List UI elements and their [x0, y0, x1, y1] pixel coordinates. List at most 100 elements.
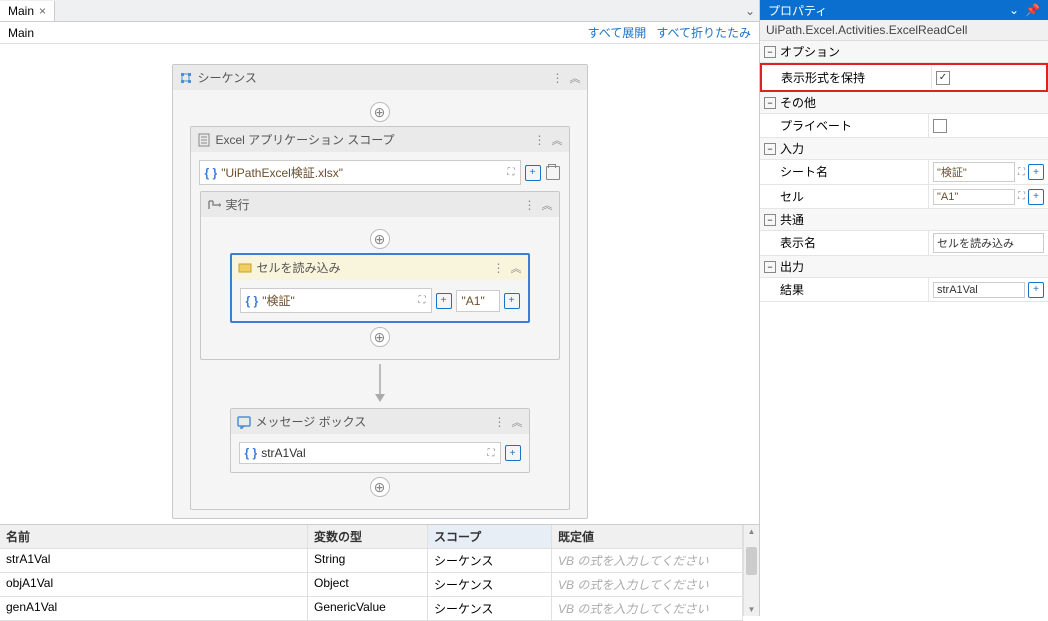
collapse-icon[interactable]: ︽	[552, 132, 563, 148]
add-activity-button[interactable]: ⊕	[370, 477, 390, 497]
col-type-header[interactable]: 変数の型	[308, 525, 428, 548]
more-icon[interactable]: ⋮	[494, 415, 507, 429]
arrow-down-icon	[370, 364, 390, 404]
add-button[interactable]: +	[504, 293, 520, 309]
sequence-activity[interactable]: シーケンス ⋮ ︽ ⊕ Excel アプリケーション スコープ ⋮ ︽	[172, 64, 588, 519]
cell-input[interactable]: "A1"	[933, 189, 1015, 205]
expand-all-link[interactable]: すべて展開	[588, 24, 647, 41]
chevron-down-icon[interactable]: ⌄	[1009, 3, 1019, 17]
read-cell-activity[interactable]: セルを読み込み ⋮ ︽ { } "検証"	[230, 253, 530, 323]
prop-private: プライベート	[760, 114, 1048, 138]
scroll-up-icon[interactable]: ▲	[744, 527, 759, 536]
checkbox[interactable]	[933, 119, 947, 133]
variable-row[interactable]: objA1Val Object シーケンス VB の式を入力してください	[0, 573, 743, 597]
breadcrumb[interactable]: Main	[8, 26, 34, 40]
pin-icon[interactable]: 📌	[1025, 3, 1040, 17]
vb-expression-icon: { }	[246, 294, 259, 308]
add-button[interactable]: +	[505, 445, 521, 461]
properties-title: プロパティ	[768, 2, 827, 19]
properties-header: プロパティ ⌄ 📌	[760, 0, 1048, 20]
collapse-toggle-icon[interactable]: −	[764, 97, 776, 109]
section-output[interactable]: − 出力	[760, 256, 1048, 278]
sequence-icon	[179, 71, 193, 85]
prop-sheet-name: シート名 "検証" ⛶ +	[760, 160, 1048, 185]
expand-icon[interactable]: ⛶	[1018, 191, 1025, 202]
properties-pane: プロパティ ⌄ 📌 UiPath.Excel.Activities.ExcelR…	[760, 0, 1048, 616]
messagebox-icon	[237, 415, 251, 429]
cell-input[interactable]: "A1"	[456, 290, 500, 312]
add-button[interactable]: +	[1028, 282, 1044, 298]
activity-type: UiPath.Excel.Activities.ExcelReadCell	[760, 20, 1048, 41]
section-other[interactable]: − その他	[760, 92, 1048, 114]
result-input[interactable]: strA1Val	[933, 282, 1025, 298]
document-icon	[197, 133, 211, 147]
sheet-input[interactable]: { } "検証" ⛶	[240, 288, 432, 313]
section-input[interactable]: − 入力	[760, 138, 1048, 160]
do-activity[interactable]: 実行 ⋮ ︽ ⊕ セルを読み込み	[200, 191, 560, 360]
collapse-toggle-icon[interactable]: −	[764, 214, 776, 226]
add-activity-button[interactable]: ⊕	[370, 229, 390, 249]
chevron-down-icon[interactable]: ⌄	[745, 4, 755, 18]
activity-title: メッセージ ボックス	[256, 413, 489, 430]
designer-canvas[interactable]: シーケンス ⋮ ︽ ⊕ Excel アプリケーション スコープ ⋮ ︽	[0, 44, 759, 524]
close-icon[interactable]: ×	[39, 4, 46, 18]
prop-display-name: 表示名 セルを読み込み	[760, 231, 1048, 256]
more-icon[interactable]: ⋮	[493, 261, 506, 275]
variable-row[interactable]: strA1Val String シーケンス VB の式を入力してください	[0, 549, 743, 573]
tab-title: Main	[8, 4, 34, 18]
collapse-toggle-icon[interactable]: −	[764, 46, 776, 58]
prop-preserve-format: 表示形式を保持 ✓	[760, 63, 1048, 92]
col-name-header[interactable]: 名前	[0, 525, 308, 548]
more-icon[interactable]: ⋮	[534, 133, 547, 147]
collapse-icon[interactable]: ︽	[570, 70, 581, 86]
sheet-name-input[interactable]: "検証"	[933, 162, 1015, 182]
expand-icon[interactable]: ⛶	[1018, 167, 1025, 178]
add-button[interactable]: +	[436, 293, 452, 309]
display-name-input[interactable]: セルを読み込み	[933, 233, 1044, 253]
message-input[interactable]: { } strA1Val ⛶	[239, 442, 501, 464]
folder-icon[interactable]	[545, 165, 561, 181]
activity-title: 実行	[226, 196, 519, 213]
file-path-input[interactable]: { } "UiPathExcel検証.xlsx" ⛶	[199, 160, 521, 185]
activity-title: Excel アプリケーション スコープ	[216, 131, 529, 148]
section-option[interactable]: − オプション	[760, 41, 1048, 63]
prop-cell: セル "A1" ⛶ +	[760, 185, 1048, 209]
expand-icon[interactable]: ⛶	[419, 295, 426, 306]
breadcrumb-bar: Main すべて展開 すべて折りたたみ	[0, 22, 759, 44]
collapse-icon[interactable]: ︽	[542, 197, 553, 213]
add-button[interactable]: +	[525, 165, 541, 181]
activity-title: シーケンス	[198, 69, 547, 86]
messagebox-activity[interactable]: メッセージ ボックス ⋮ ︽ { } strA1Val ⛶	[230, 408, 530, 473]
col-default-header[interactable]: 既定値	[552, 525, 743, 548]
collapse-icon[interactable]: ︽	[511, 260, 522, 276]
expand-icon[interactable]: ⛶	[508, 167, 515, 178]
add-button[interactable]: +	[1028, 164, 1044, 180]
more-icon[interactable]: ⋮	[552, 71, 565, 85]
add-activity-button[interactable]: ⊕	[370, 327, 390, 347]
collapse-toggle-icon[interactable]: −	[764, 143, 776, 155]
add-activity-button[interactable]: ⊕	[370, 102, 390, 122]
scroll-thumb[interactable]	[746, 547, 757, 575]
read-cell-icon	[238, 261, 252, 275]
collapse-all-link[interactable]: すべて折りたたみ	[656, 24, 751, 41]
section-common[interactable]: − 共通	[760, 209, 1048, 231]
activity-title: セルを読み込み	[257, 259, 488, 276]
collapse-icon[interactable]: ︽	[512, 414, 523, 430]
prop-result: 結果 strA1Val +	[760, 278, 1048, 302]
more-icon[interactable]: ⋮	[524, 198, 537, 212]
vb-expression-icon: { }	[245, 446, 258, 460]
tab-bar: Main × ⌄	[0, 0, 759, 22]
tab-main[interactable]: Main ×	[0, 1, 55, 21]
do-icon	[207, 198, 221, 212]
variables-panel: 名前 変数の型 スコープ 既定値 strA1Val String シーケンス V…	[0, 524, 759, 616]
expand-icon[interactable]: ⛶	[488, 448, 495, 459]
scrollbar[interactable]: ▲ ▼	[743, 525, 759, 616]
add-button[interactable]: +	[1028, 189, 1044, 205]
excel-scope-activity[interactable]: Excel アプリケーション スコープ ⋮ ︽ { } "UiPathExcel…	[190, 126, 570, 510]
checkbox[interactable]: ✓	[936, 71, 950, 85]
col-scope-header[interactable]: スコープ	[428, 525, 552, 548]
scroll-down-icon[interactable]: ▼	[744, 605, 759, 614]
variables-header: 名前 変数の型 スコープ 既定値	[0, 525, 743, 549]
collapse-toggle-icon[interactable]: −	[764, 261, 776, 273]
variable-row[interactable]: genA1Val GenericValue シーケンス VB の式を入力してくだ…	[0, 597, 743, 621]
